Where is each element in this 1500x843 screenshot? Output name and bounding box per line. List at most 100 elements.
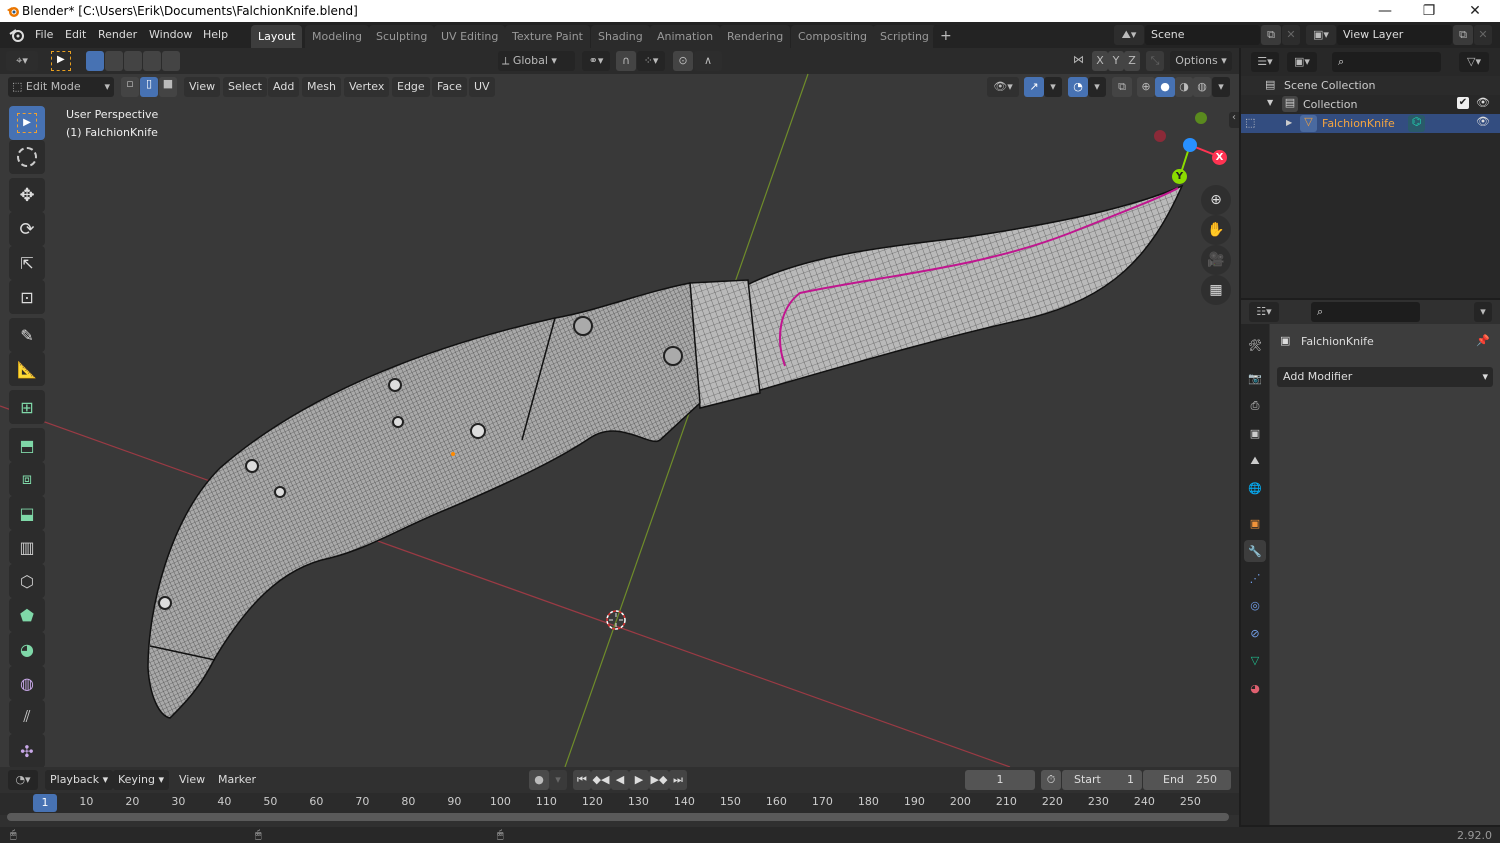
outliner-row-collection[interactable]: ▼ ▤ Collection ✔ 👁 [1241,95,1500,114]
tab-modeling[interactable]: Modeling [305,25,370,48]
outliner-search-input[interactable]: ⌕ [1332,52,1441,72]
display-mode-dropdown[interactable]: ▣▾ [1287,52,1317,72]
menu-render[interactable]: Render [98,28,137,41]
tool-scale[interactable]: ⇱ [9,246,45,280]
perspective-toggle-button[interactable]: ▦ [1201,275,1231,305]
play-button[interactable]: ▶ [629,770,649,790]
y-axis-dot[interactable]: Y [1172,169,1187,184]
mesh-data-icon[interactable]: ⌬ [1408,115,1425,132]
jump-to-end-button[interactable]: ⏭ [669,770,687,790]
outliner-row-scene-collection[interactable]: ▤ Scene Collection [1241,76,1500,95]
timeline-editor-type-button[interactable]: ◔▾ [8,770,38,790]
tool-annotate[interactable]: ✎ [9,318,45,352]
timeline-scrollbar[interactable] [7,813,1229,821]
properties-search-input[interactable]: ⌕ [1311,302,1420,322]
playhead-frame-indicator[interactable]: 1 [33,794,57,812]
tab-compositing[interactable]: Compositing [791,25,874,48]
tool-inset-faces[interactable]: ⧈ [9,462,45,496]
tab-rendering[interactable]: Rendering [720,25,791,48]
tab-data-properties[interactable]: ▽ [1244,649,1266,671]
pin-icon[interactable]: 📌 [1476,334,1490,347]
tab-scripting[interactable]: Scripting [873,25,936,48]
properties-options-dropdown[interactable]: ▾ [1474,302,1492,322]
tool-move[interactable]: ✥ [9,178,45,212]
tab-layout[interactable]: Layout [251,25,303,48]
add-modifier-dropdown[interactable]: Add Modifier ▾ [1277,367,1493,387]
outliner-editor-type-button[interactable]: ☰▾ [1251,52,1279,72]
play-reverse-button[interactable]: ◀ [611,770,629,790]
tool-bevel[interactable]: ⬓ [9,496,45,530]
tab-constraint-properties[interactable]: ⊘ [1244,622,1266,644]
tool-rotate[interactable]: ⟳ [9,212,45,246]
tool-extrude-region[interactable]: ⬒ [9,428,45,462]
new-view-layer-button[interactable]: ⧉ [1453,25,1473,45]
use-preview-range-toggle[interactable]: ⏱ [1041,770,1061,790]
frame-end-field[interactable]: End 250 [1143,770,1231,790]
tool-add-cube[interactable]: ⊞ [9,390,45,424]
outliner-row-falchionknife[interactable]: ⬚ ▶ ▽ FalchionKnife ⌬ 👁 [1241,114,1500,133]
navigation-gizmo[interactable]: X Y [1150,112,1227,193]
tool-loop-cut[interactable]: ▥ [9,530,45,564]
tool-cursor[interactable] [9,140,45,174]
tab-scene-properties[interactable]: ⛰ [1244,450,1266,472]
tab-texture-paint[interactable]: Texture Paint [505,25,590,48]
tab-tool-properties[interactable]: 🛠 [1244,334,1266,356]
next-keyframe-button[interactable]: ▶◆ [649,770,669,790]
tab-physics-properties[interactable]: ◎ [1244,594,1266,616]
blender-menu-icon[interactable] [9,27,25,43]
eye-icon[interactable]: 👁 [1476,115,1490,128]
playback-dropdown[interactable]: Playback ▾ [45,770,114,790]
menu-window[interactable]: Window [149,28,192,41]
scene-name-field[interactable]: Scene [1145,25,1260,45]
tool-transform[interactable]: ⊡ [9,280,45,314]
eye-icon[interactable]: 👁 [1476,96,1490,109]
menu-edit[interactable]: Edit [65,28,86,41]
properties-editor-type-button[interactable]: ☷▾ [1249,302,1279,322]
tab-modifier-properties[interactable]: 🔧 [1244,540,1266,562]
auto-keying-toggle[interactable]: ● [529,770,549,790]
camera-view-button[interactable]: 🎥 [1201,245,1231,275]
pan-view-button[interactable]: ✋ [1201,215,1231,245]
filter-dropdown[interactable]: ▽▾ [1459,52,1489,72]
frame-start-field[interactable]: Start 1 [1062,770,1142,790]
neg-y-axis-dot[interactable] [1195,112,1207,124]
tool-spin[interactable]: ◕ [9,632,45,666]
tab-uv-editing[interactable]: UV Editing [434,25,506,48]
tab-world-properties[interactable]: 🌐 [1244,477,1266,499]
view-layer-field[interactable]: View Layer [1337,25,1452,45]
close-button[interactable]: ✕ [1452,0,1498,22]
tab-animation[interactable]: Animation [650,25,721,48]
tool-poly-build[interactable]: ⬟ [9,598,45,632]
sidebar-toggle[interactable]: ‹ [1229,112,1239,128]
scene-selector-button[interactable]: ⛰▾ [1114,25,1144,45]
tab-output-properties[interactable]: ⎙ [1244,395,1266,417]
keying-set-dropdown[interactable]: ▾ [549,770,567,790]
expand-arrow-icon[interactable]: ▼ [1267,98,1273,107]
new-scene-button[interactable]: ⧉ [1261,25,1281,45]
tab-view-layer-properties[interactable]: ▣ [1244,422,1266,444]
tool-shrink-fatten[interactable]: ✣ [9,734,45,767]
tool-measure[interactable]: 📐 [9,352,45,386]
expand-arrow-icon[interactable]: ▶ [1286,118,1292,127]
maximize-button[interactable]: ❐ [1406,0,1452,22]
delete-view-layer-button[interactable]: ✕ [1474,25,1492,45]
keying-dropdown[interactable]: Keying ▾ [113,770,169,790]
tab-material-properties[interactable]: ◕ [1244,677,1266,699]
neg-x-axis-dot[interactable] [1154,130,1166,142]
view-layer-selector-button[interactable]: ▣▾ [1306,25,1336,45]
tool-knife[interactable]: ⬡ [9,564,45,598]
z-axis-dot[interactable] [1183,138,1197,152]
prev-keyframe-button[interactable]: ◆◀ [591,770,611,790]
menu-file[interactable]: File [35,28,53,41]
exclude-checkbox[interactable]: ✔ [1457,97,1469,109]
tab-sculpting[interactable]: Sculpting [369,25,435,48]
minimize-button[interactable]: — [1362,0,1408,22]
zoom-view-button[interactable]: ⊕ [1201,185,1231,215]
add-workspace-button[interactable]: + [933,25,959,48]
jump-to-start-button[interactable]: ⏮ [573,770,591,790]
tab-render-properties[interactable]: 📷 [1244,367,1266,389]
tab-particle-properties[interactable]: ⋰ [1244,567,1266,589]
tab-shading[interactable]: Shading [591,25,650,48]
x-axis-dot[interactable]: X [1212,150,1227,165]
menu-timeline-view[interactable]: View [174,770,211,790]
